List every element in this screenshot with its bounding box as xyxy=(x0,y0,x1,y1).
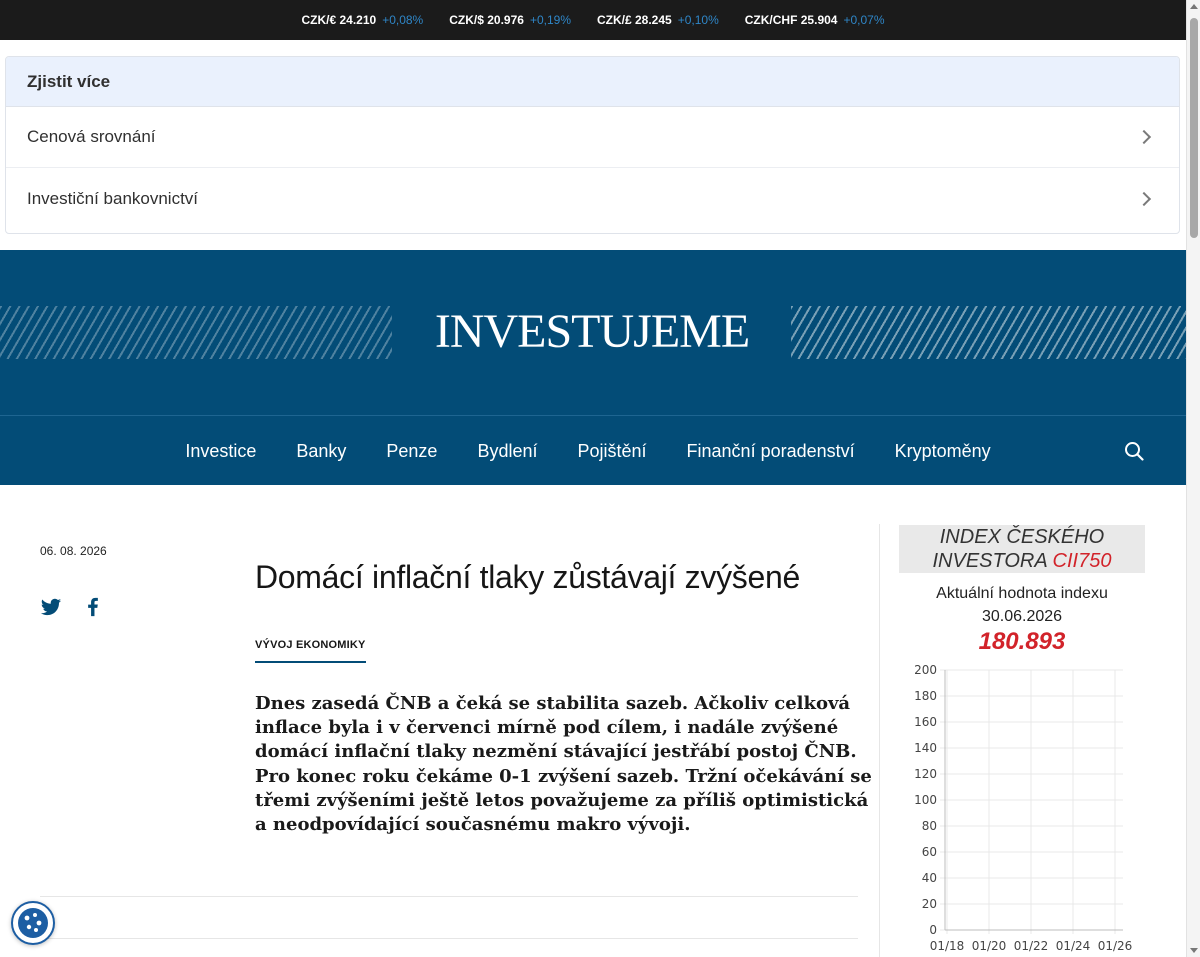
learn-more-item-label: Cenová srovnání xyxy=(27,127,156,146)
learn-more-panel: Zjistit více Cenová srovnání Investiční … xyxy=(5,56,1180,234)
ticker-item-eur: CZK/€ 24.210 +0,08% xyxy=(301,13,423,27)
page-scrollbar[interactable] xyxy=(1186,0,1200,957)
search-icon[interactable] xyxy=(1124,441,1144,461)
learn-more-item-label: Investiční bankovnictví xyxy=(27,188,199,208)
chart-x-tick-label: 01/24 xyxy=(1056,939,1091,953)
chart-y-tick-label: 0 xyxy=(929,923,937,937)
twitter-icon[interactable] xyxy=(40,596,62,618)
chart-x-tick-label: 01/22 xyxy=(1014,939,1049,953)
ticker-change: +0,19% xyxy=(529,13,571,27)
facebook-icon[interactable] xyxy=(82,596,104,618)
chart-y-tick-label: 100 xyxy=(914,793,937,807)
ticker-change: +0,10% xyxy=(677,13,719,27)
index-date: 30.06.2026 xyxy=(981,608,1063,625)
chart-y-tick-label: 40 xyxy=(922,871,937,885)
decorative-stripes-right xyxy=(791,306,1186,359)
chart-y-tick-label: 140 xyxy=(914,741,937,755)
index-title-code: CII750 xyxy=(1052,550,1112,572)
chevron-right-icon xyxy=(1136,191,1152,206)
ticker-pair: CZK/CHF 25.904 xyxy=(744,13,838,27)
ticker-item-chf: CZK/CHF 25.904 +0,07% xyxy=(745,13,885,27)
index-subtitle-block: Aktuální hodnota indexu 30.06.2026 xyxy=(899,582,1145,628)
article-date: 06. 08. 2026 xyxy=(40,544,107,558)
chevron-right-icon xyxy=(1136,129,1152,145)
column-divider xyxy=(879,524,880,957)
scroll-down-arrow-icon[interactable] xyxy=(1190,948,1198,953)
cookie-icon xyxy=(18,908,48,938)
nav-item-kryptomeny[interactable]: Kryptoměny xyxy=(895,441,991,462)
chart-y-tick-label: 120 xyxy=(914,767,937,781)
ticker-change: +0,07% xyxy=(843,13,885,27)
nav-item-banky[interactable]: Banky xyxy=(296,441,346,462)
chart-y-tick-label: 80 xyxy=(922,819,937,833)
chart-x-tick-label: 01/18 xyxy=(930,939,965,953)
nav-item-investice[interactable]: Investice xyxy=(185,441,256,462)
cookie-settings-button[interactable] xyxy=(11,901,55,945)
scroll-up-arrow-icon[interactable] xyxy=(1190,4,1198,9)
chart-y-tick-label: 160 xyxy=(914,715,937,729)
divider xyxy=(40,938,858,939)
chart-x-tick-label: 01/26 xyxy=(1098,939,1133,953)
scrollbar-thumb[interactable] xyxy=(1190,18,1198,238)
index-subtitle: Aktuální hodnota indexu xyxy=(936,585,1108,602)
learn-more-item-investment-banking[interactable]: Investiční bankovnictví xyxy=(6,168,1179,229)
chart-y-tick-label: 180 xyxy=(914,689,937,703)
index-title-main: INVESTORA xyxy=(932,550,1047,572)
nav-item-pojisteni[interactable]: Pojištění xyxy=(577,441,646,462)
index-value: 180.893 xyxy=(978,628,1066,655)
ticker-item-gbp: CZK/£ 28.245 +0,10% xyxy=(597,13,719,27)
chart-x-tick-label: 01/20 xyxy=(972,939,1007,953)
currency-ticker: CZK/€ 24.210 +0,08% CZK/$ 20.976 +0,19% … xyxy=(0,0,1186,40)
nav-item-financni-poradenstvi[interactable]: Finanční poradenství xyxy=(687,441,855,462)
article-lead: Dnes zasedá ČNB a čeká se stabilita saze… xyxy=(255,693,872,836)
article-category-tag[interactable]: VÝVOJ EKONOMIKY xyxy=(255,639,366,663)
learn-more-item-price-comparison[interactable]: Cenová srovnání xyxy=(6,107,1179,168)
ticker-item-usd: CZK/$ 20.976 +0,19% xyxy=(449,13,571,27)
main-navigation: Investice Banky Penze Bydlení Pojištění … xyxy=(0,415,1186,485)
site-logo[interactable]: INVESTUJEME xyxy=(393,302,791,362)
index-title-line2: INVESTORA CII750 xyxy=(899,549,1145,573)
learn-more-title: Zjistit více xyxy=(6,57,1179,107)
index-title-line1: INDEX ČESKÉHO xyxy=(939,526,1105,548)
chart-y-tick-label: 60 xyxy=(922,845,937,859)
nav-item-bydleni[interactable]: Bydlení xyxy=(477,441,537,462)
ticker-pair: CZK/£ 28.245 xyxy=(597,13,672,27)
social-share xyxy=(40,596,104,618)
index-widget-title[interactable]: INDEX ČESKÉHO INVESTORA CII750 xyxy=(899,525,1145,573)
article-title: Domácí inflační tlaky zůstávají zvýšené xyxy=(255,559,800,595)
hero-banner: INVESTUJEME xyxy=(0,250,1186,415)
index-chart: 0 20 40 60 80 100 120 140 160 180 200 01/18 01/20 01/… xyxy=(914,663,1133,953)
ticker-pair: CZK/€ 24.210 xyxy=(301,13,377,27)
ticker-change: +0,08% xyxy=(382,13,424,27)
decorative-stripes-left xyxy=(0,306,392,359)
ticker-pair: CZK/$ 20.976 xyxy=(449,13,524,27)
chart-y-tick-label: 200 xyxy=(914,663,937,677)
nav-item-penze[interactable]: Penze xyxy=(386,441,437,462)
chart-y-tick-label: 20 xyxy=(922,897,937,911)
divider xyxy=(40,896,858,897)
